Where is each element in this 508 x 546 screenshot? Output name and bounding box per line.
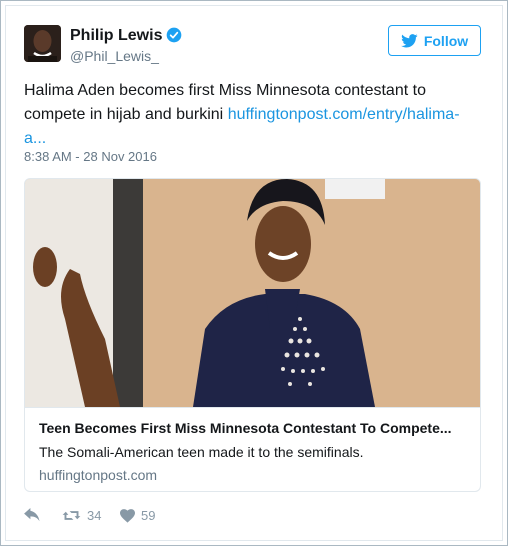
retweet-button[interactable]: 34 (62, 508, 101, 523)
reply-button[interactable] (24, 508, 41, 522)
card-domain: huffingtonpost.com (39, 467, 158, 483)
like-button[interactable]: 59 (120, 508, 155, 523)
reply-icon (24, 508, 40, 522)
tweet-text: Halima Aden becomes first Miss Minnesota… (24, 79, 474, 151)
link-card[interactable]: Teen Becomes First Miss Minnesota Contes… (24, 178, 481, 492)
user-handle[interactable]: @Phil_Lewis_ (70, 48, 159, 65)
card-title: Teen Becomes First Miss Minnesota Contes… (39, 420, 452, 436)
twitter-bird-icon (400, 33, 418, 47)
card-body: Teen Becomes First Miss Minnesota Contes… (25, 407, 480, 491)
card-description: The Somali-American teen made it to the … (39, 444, 364, 460)
avatar[interactable] (24, 25, 61, 62)
user-name[interactable]: Philip Lewis (70, 26, 162, 46)
follow-label: Follow (423, 32, 469, 49)
card-image (25, 179, 480, 407)
follow-button[interactable]: Follow (388, 25, 481, 56)
heart-icon (120, 508, 135, 523)
retweet-icon (62, 511, 81, 520)
verified-icon (166, 27, 182, 43)
tweet-timestamp[interactable]: 8:38 AM - 28 Nov 2016 (24, 149, 157, 164)
like-count: 59 (141, 508, 156, 523)
retweet-count: 34 (87, 508, 102, 523)
